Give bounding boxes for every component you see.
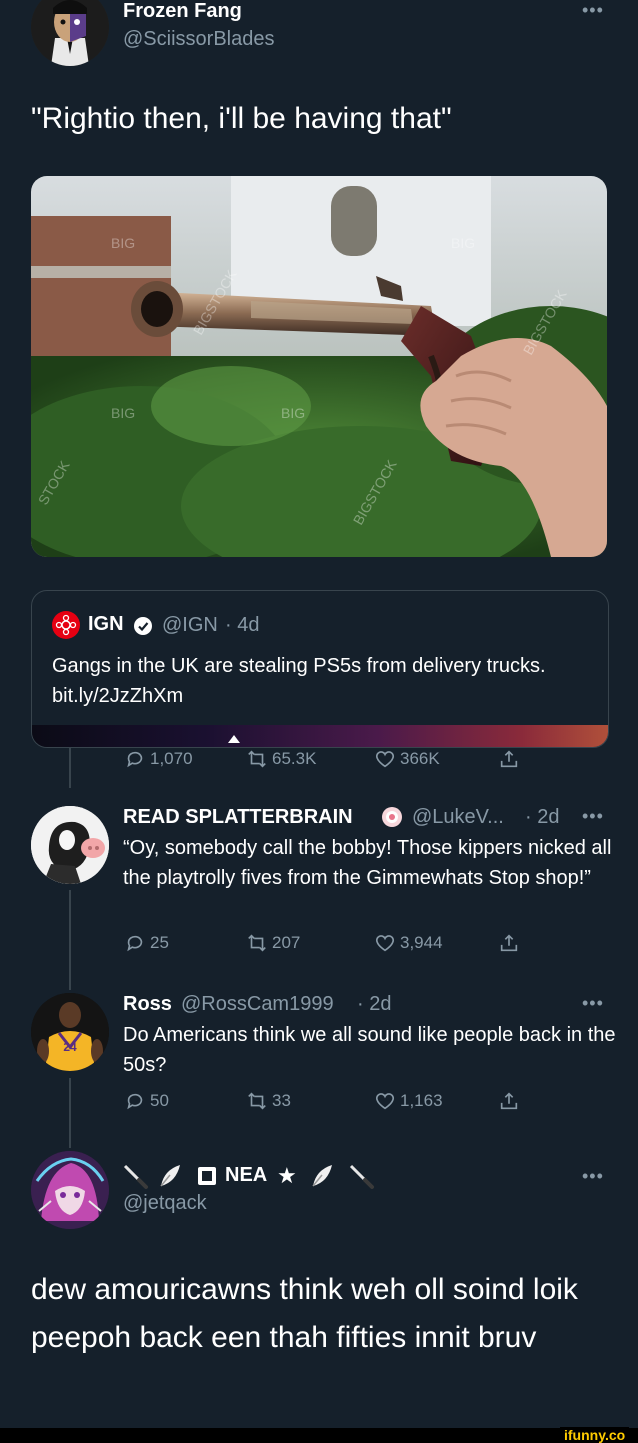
- feather-emoji-icon: [308, 1162, 336, 1190]
- watermark-text: BIG: [111, 235, 135, 251]
- share-button[interactable]: [498, 1090, 520, 1112]
- share-icon: [500, 1092, 518, 1110]
- retweet-button[interactable]: 33: [246, 1090, 291, 1112]
- retweet-count: 33: [272, 1091, 291, 1110]
- quoted-tweet-card[interactable]: IGN @IGN · 4d Gangs in the UK are steali…: [31, 590, 609, 748]
- retweet-count: 65.3K: [272, 749, 317, 768]
- main-tweet-actions: 1,070 65.3K 366K: [0, 748, 638, 778]
- emoji-icon: [381, 806, 403, 828]
- final-tweet-text: dew amouricawns think weh oll soind loik…: [31, 1273, 578, 1354]
- share-button[interactable]: [498, 748, 520, 770]
- reply-time: · 2d: [357, 993, 392, 1015]
- retweet-count: 207: [272, 933, 301, 952]
- display-name[interactable]: Frozen Fang: [123, 0, 242, 23]
- knife-emoji-icon: [347, 1162, 375, 1190]
- reply-count: 25: [150, 933, 169, 952]
- retweet-icon: [248, 1092, 266, 1110]
- square-emoji-icon: [197, 1166, 217, 1186]
- retweet-button[interactable]: 207: [246, 932, 300, 954]
- watermark-text: BIG: [111, 405, 135, 421]
- heart-icon: [375, 751, 395, 768]
- share-icon: [500, 750, 518, 768]
- more-options-icon[interactable]: •••: [582, 1166, 604, 1187]
- reply-button[interactable]: 1,070: [124, 748, 193, 770]
- more-options-icon[interactable]: •••: [582, 0, 604, 21]
- verified-badge-icon: [133, 616, 153, 636]
- reply-icon: [127, 1093, 143, 1110]
- footer-bar: [0, 1428, 638, 1443]
- quoted-time: · 4d: [225, 614, 260, 636]
- avatar-ross[interactable]: 24: [31, 993, 109, 1071]
- retweet-button[interactable]: 65.3K: [246, 748, 316, 770]
- reply-handle[interactable]: @LukeV...: [412, 806, 504, 829]
- reply-time: · 2d: [525, 806, 560, 828]
- tweet-text: "Rightio then, i'll be having that": [31, 102, 452, 135]
- heart-icon: [375, 935, 395, 952]
- like-count: 366K: [400, 749, 440, 768]
- like-button[interactable]: 366K: [374, 748, 440, 770]
- retweet-icon: [248, 750, 266, 768]
- final-display-name[interactable]: NEA: [225, 1164, 267, 1187]
- reply-button[interactable]: 25: [124, 932, 169, 954]
- jersey-number: 24: [63, 1040, 77, 1054]
- knife-emoji-icon: [121, 1162, 149, 1190]
- retweet-icon: [248, 934, 266, 952]
- tweet-media-image[interactable]: BIG BIG BIG BIG BIGSTOCK BIGSTOCK STOCK …: [31, 176, 607, 557]
- more-options-icon[interactable]: •••: [582, 806, 604, 827]
- reply-icon: [127, 935, 143, 952]
- reply-display-name[interactable]: Ross: [123, 993, 172, 1016]
- ign-logo-icon: [52, 611, 80, 639]
- avatar-splatterbrain[interactable]: [31, 806, 109, 884]
- reply-text: “Oy, somebody call the bobby! Those kipp…: [123, 837, 612, 889]
- reply-actions: 50 33 1,163: [0, 1090, 638, 1120]
- reply-button[interactable]: 50: [124, 1090, 169, 1112]
- like-button[interactable]: 1,163: [374, 1090, 443, 1112]
- handle[interactable]: @SciissorBlades: [123, 28, 274, 51]
- share-button[interactable]: [498, 932, 520, 954]
- reply-actions: 25 207 3,944: [0, 932, 638, 962]
- reply-icon: [127, 751, 143, 768]
- reply-display-name[interactable]: READ SPLATTERBRAIN: [123, 806, 353, 829]
- share-icon: [500, 934, 518, 952]
- avatar-nea[interactable]: [31, 1151, 109, 1229]
- star-icon: ★: [277, 1163, 297, 1188]
- reply-count: 1,070: [150, 749, 193, 768]
- quoted-handle: @IGN: [162, 614, 218, 636]
- reply-count: 50: [150, 1091, 169, 1110]
- watermark-text: BIG: [281, 405, 305, 421]
- like-button[interactable]: 3,944: [374, 932, 443, 954]
- watermark-text: BIG: [451, 235, 475, 251]
- more-options-icon[interactable]: •••: [582, 993, 604, 1014]
- like-count: 1,163: [400, 1091, 443, 1110]
- quoted-display-name: IGN: [88, 613, 124, 635]
- reply-handle[interactable]: @RossCam1999: [181, 993, 334, 1016]
- reply-text: Do Americans think we all sound like peo…: [123, 1024, 616, 1076]
- like-count: 3,944: [400, 933, 443, 952]
- ifunny-watermark: ifunny.co: [560, 1427, 630, 1443]
- feather-emoji-icon: [156, 1162, 184, 1190]
- heart-icon: [375, 1093, 395, 1110]
- quoted-text: Gangs in the UK are stealing PS5s from d…: [52, 655, 546, 707]
- avatar-frozen-fang[interactable]: [31, 0, 109, 66]
- final-handle[interactable]: @jetqack: [123, 1192, 207, 1215]
- thread-line: [69, 748, 71, 788]
- quoted-media-preview: [32, 725, 608, 747]
